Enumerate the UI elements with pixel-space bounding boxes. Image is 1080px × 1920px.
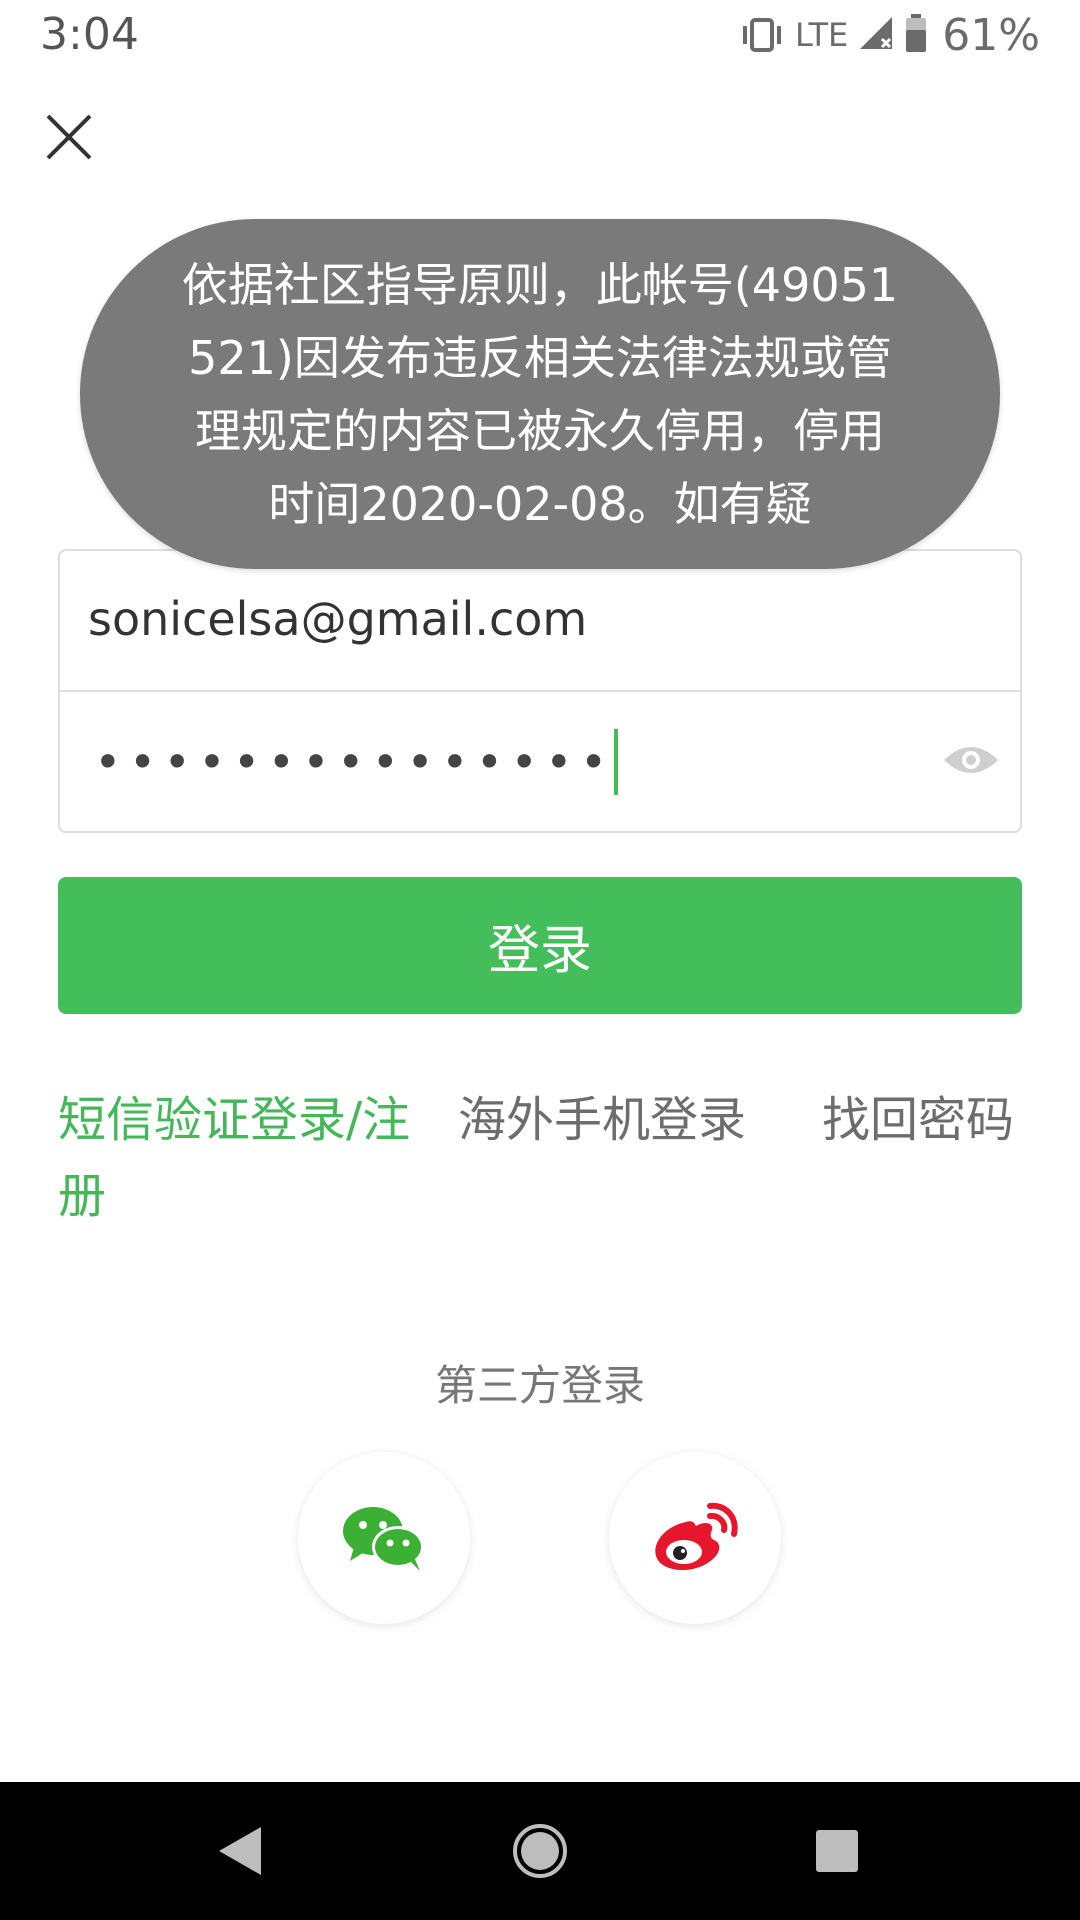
email-field[interactable]: sonicelsa@gmail.com xyxy=(60,551,1020,692)
password-mask: ••••••••••••••• xyxy=(94,735,615,789)
wechat-icon xyxy=(343,1507,424,1571)
wechat-login-button[interactable] xyxy=(298,1452,470,1624)
battery-icon xyxy=(904,13,928,57)
battery-percent: 61% xyxy=(942,9,1040,61)
eye-icon[interactable] xyxy=(942,742,1000,778)
close-icon xyxy=(46,114,92,160)
account-suspended-toast: 依据社区指导原则，此帐号(49051521)因发布违反相关法律法规或管理规定的内… xyxy=(80,219,1000,569)
vibrate-icon xyxy=(739,17,785,53)
sms-login-link[interactable]: 短信验证登录/注册 xyxy=(58,1082,438,1234)
back-button[interactable] xyxy=(205,1816,275,1886)
home-icon xyxy=(513,1824,567,1878)
status-bar: 3:04 LTE 61% xyxy=(0,0,1080,70)
login-button[interactable]: 登录 xyxy=(58,877,1022,1014)
signal-icon xyxy=(858,15,894,55)
toast-message: 依据社区指导原则，此帐号(49051521)因发布违反相关法律法规或管理规定的内… xyxy=(181,258,899,531)
third-party-title: 第三方登录 xyxy=(434,1361,645,1410)
email-value[interactable]: sonicelsa@gmail.com xyxy=(88,589,587,649)
close-button[interactable] xyxy=(44,112,94,162)
network-type: LTE xyxy=(795,16,849,54)
back-icon xyxy=(219,1827,261,1875)
home-button[interactable] xyxy=(505,1816,575,1886)
weibo-icon xyxy=(655,1502,738,1571)
password-field[interactable]: ••••••••••••••• xyxy=(60,692,1020,833)
recents-button[interactable] xyxy=(802,1816,872,1886)
status-icons: LTE 61% xyxy=(739,8,1040,62)
status-time: 3:04 xyxy=(40,9,139,60)
overseas-login-link[interactable]: 海外手机登录 xyxy=(458,1082,746,1158)
weibo-login-button[interactable] xyxy=(609,1452,781,1624)
recents-icon xyxy=(816,1830,858,1872)
password-value[interactable]: ••••••••••••••• xyxy=(94,728,619,799)
forgot-password-link[interactable]: 找回密码 xyxy=(822,1082,1014,1158)
text-cursor xyxy=(614,728,619,795)
navigation-bar xyxy=(0,1782,1080,1920)
login-form: sonicelsa@gmail.com ••••••••••••••• xyxy=(58,549,1022,833)
